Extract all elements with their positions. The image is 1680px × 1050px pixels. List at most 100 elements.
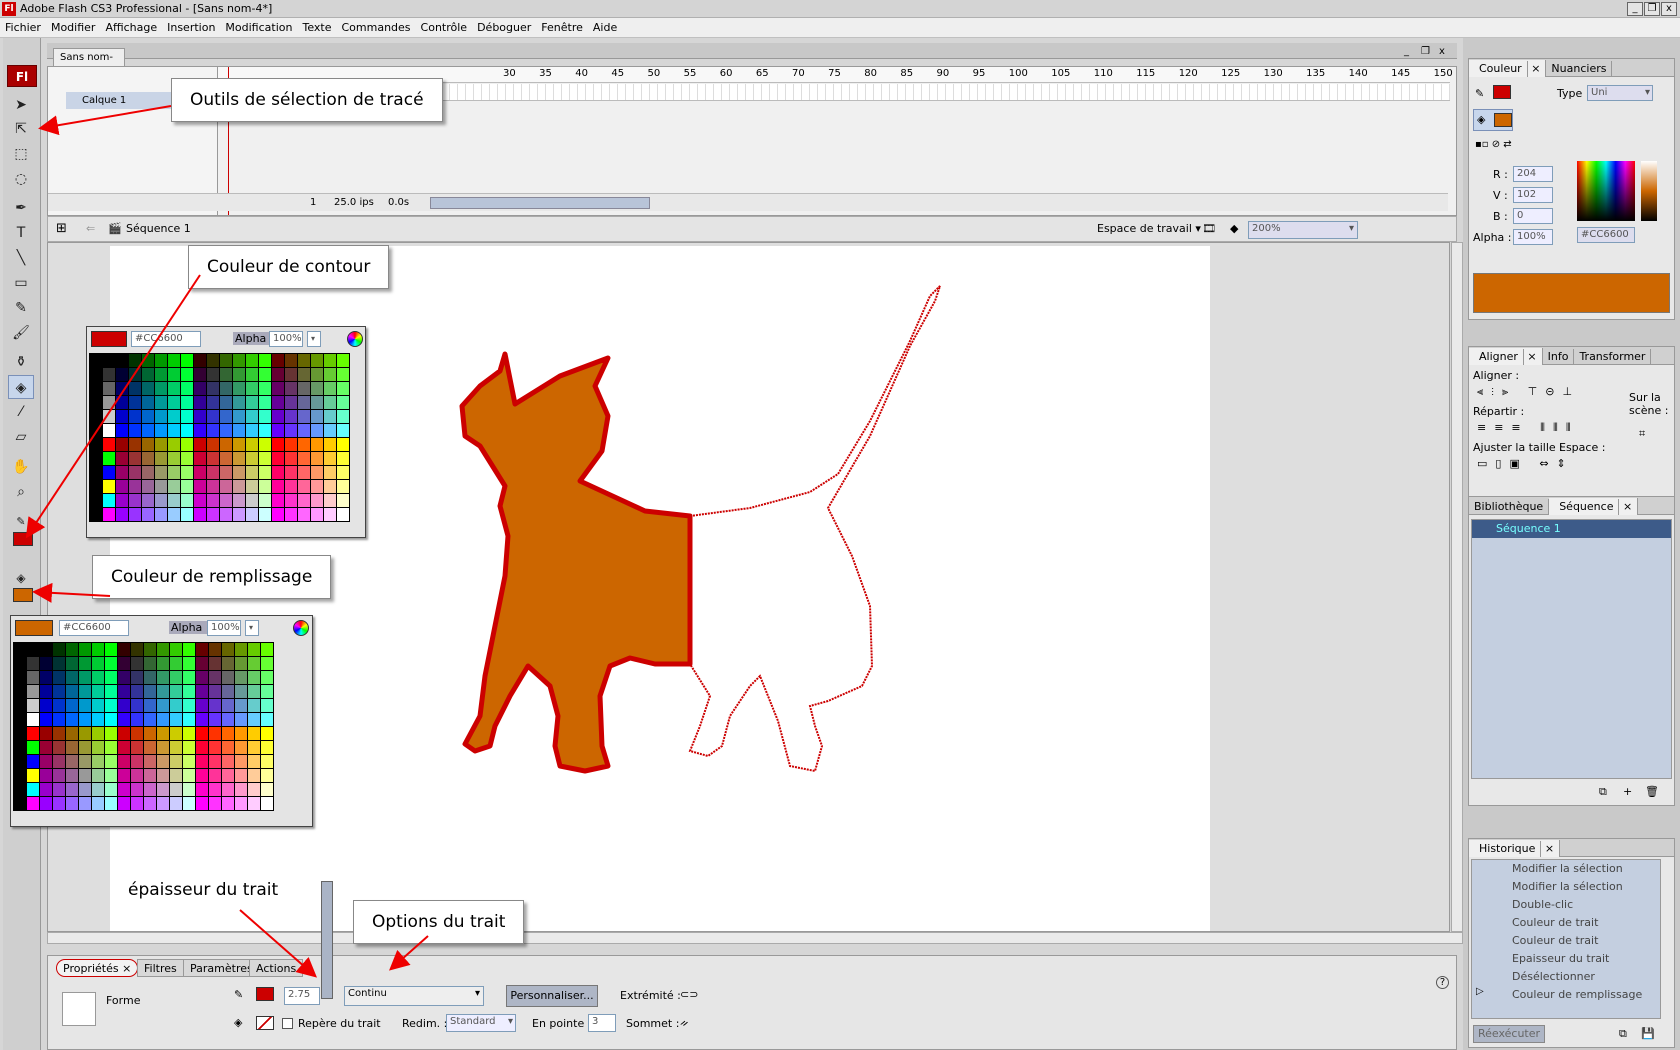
color-swatch[interactable] bbox=[207, 424, 219, 437]
fill-swatch-grid[interactable] bbox=[13, 642, 274, 811]
color-swatch[interactable] bbox=[196, 671, 208, 684]
color-swatch[interactable] bbox=[142, 424, 154, 437]
color-swatch[interactable] bbox=[144, 783, 156, 796]
color-swatch[interactable] bbox=[207, 466, 219, 479]
color-swatch[interactable] bbox=[235, 685, 247, 698]
color-swatch[interactable] bbox=[79, 783, 91, 796]
size-space-icons[interactable]: ▭▯▣ ⇔⇕ bbox=[1477, 457, 1574, 470]
color-swatch[interactable] bbox=[246, 368, 258, 381]
color-swatch[interactable] bbox=[129, 438, 141, 451]
color-swatch[interactable] bbox=[259, 424, 271, 437]
color-swatch[interactable] bbox=[14, 783, 26, 796]
color-swatch[interactable] bbox=[337, 368, 349, 381]
color-swatch[interactable] bbox=[246, 452, 258, 465]
color-swatch[interactable] bbox=[155, 368, 167, 381]
workspace-menu[interactable]: Espace de travail ▾ bbox=[1097, 217, 1201, 241]
color-swatch[interactable] bbox=[220, 452, 232, 465]
tab-proprietes[interactable]: Propriétés × bbox=[56, 959, 139, 977]
color-swatch[interactable] bbox=[233, 410, 245, 423]
color-swatch[interactable] bbox=[170, 755, 182, 768]
distribute-icons[interactable]: ≡≡≡ ⦀⦀⦀ bbox=[1477, 421, 1579, 435]
tab-nuanciers[interactable]: Nuanciers bbox=[1546, 61, 1613, 77]
text-tool-icon[interactable]: T bbox=[8, 221, 34, 245]
color-swatch[interactable] bbox=[272, 508, 284, 521]
color-swatch[interactable] bbox=[105, 685, 117, 698]
color-swatch[interactable] bbox=[285, 368, 297, 381]
color-swatch[interactable] bbox=[259, 410, 271, 423]
color-swatch[interactable] bbox=[207, 410, 219, 423]
menu-fenetre[interactable]: Fenêtre bbox=[536, 18, 588, 38]
color-swatch[interactable] bbox=[105, 769, 117, 782]
color-swatch[interactable] bbox=[298, 452, 310, 465]
color-swatch[interactable] bbox=[194, 466, 206, 479]
color-swatch[interactable] bbox=[183, 769, 195, 782]
color-swatch[interactable] bbox=[14, 699, 26, 712]
color-swatch[interactable] bbox=[116, 382, 128, 395]
color-swatch[interactable] bbox=[261, 713, 273, 726]
color-swatch[interactable] bbox=[261, 671, 273, 684]
color-swatch[interactable] bbox=[142, 508, 154, 521]
color-swatch[interactable] bbox=[261, 741, 273, 754]
color-swatch[interactable] bbox=[222, 727, 234, 740]
color-swatch[interactable] bbox=[53, 657, 65, 670]
color-swatch[interactable] bbox=[233, 480, 245, 493]
hex-field[interactable]: #CC6600 bbox=[1577, 227, 1635, 243]
color-swatch[interactable] bbox=[194, 480, 206, 493]
color-swatch[interactable] bbox=[116, 494, 128, 507]
hand-tool-icon[interactable]: ✋ bbox=[8, 455, 34, 479]
color-swatch[interactable] bbox=[285, 494, 297, 507]
color-swatch[interactable] bbox=[142, 382, 154, 395]
color-swatch[interactable] bbox=[207, 382, 219, 395]
color-swatch[interactable] bbox=[220, 410, 232, 423]
color-swatch[interactable] bbox=[196, 741, 208, 754]
color-swatch[interactable] bbox=[209, 699, 221, 712]
color-swatch[interactable] bbox=[183, 643, 195, 656]
stroke-color-swatch[interactable] bbox=[13, 532, 33, 546]
color-swatch[interactable] bbox=[92, 755, 104, 768]
color-picker-icon[interactable] bbox=[293, 620, 309, 636]
color-swatch[interactable] bbox=[311, 396, 323, 409]
color-swatch[interactable] bbox=[324, 354, 336, 367]
tab-info[interactable]: Info bbox=[1543, 349, 1575, 365]
color-swatch[interactable] bbox=[103, 396, 115, 409]
color-swatch[interactable] bbox=[220, 480, 232, 493]
color-swatch[interactable] bbox=[194, 382, 206, 395]
color-swatch[interactable] bbox=[118, 699, 130, 712]
eyedropper-tool-icon[interactable]: ⁄ bbox=[8, 400, 34, 424]
color-swatch[interactable] bbox=[285, 480, 297, 493]
color-swatch[interactable] bbox=[235, 657, 247, 670]
color-swatch[interactable] bbox=[157, 741, 169, 754]
color-swatch[interactable] bbox=[168, 354, 180, 367]
color-swatch[interactable] bbox=[170, 769, 182, 782]
color-swatch[interactable] bbox=[181, 508, 193, 521]
color-swatch[interactable] bbox=[144, 727, 156, 740]
color-swatch[interactable] bbox=[248, 727, 260, 740]
color-swatch[interactable] bbox=[207, 508, 219, 521]
color-swatch[interactable] bbox=[272, 480, 284, 493]
menu-affichage[interactable]: Affichage bbox=[100, 18, 162, 38]
color-swatch[interactable] bbox=[194, 368, 206, 381]
color-swatch[interactable] bbox=[53, 741, 65, 754]
color-swatch[interactable] bbox=[90, 466, 102, 479]
color-swatch[interactable] bbox=[222, 741, 234, 754]
doc-minimize-button[interactable]: _ bbox=[1404, 46, 1409, 57]
color-swatch[interactable] bbox=[40, 783, 52, 796]
color-swatch[interactable] bbox=[168, 508, 180, 521]
color-swatch[interactable] bbox=[170, 657, 182, 670]
color-swatch[interactable] bbox=[220, 424, 232, 437]
color-swatch[interactable] bbox=[79, 769, 91, 782]
color-swatch[interactable] bbox=[27, 755, 39, 768]
color-swatch[interactable] bbox=[285, 354, 297, 367]
edit-scene-icon[interactable]: 🎞 bbox=[1202, 217, 1216, 241]
color-swatch[interactable] bbox=[246, 466, 258, 479]
color-swatch[interactable] bbox=[116, 508, 128, 521]
color-swatch[interactable] bbox=[261, 699, 273, 712]
color-swatch[interactable] bbox=[92, 713, 104, 726]
color-swatch[interactable] bbox=[285, 424, 297, 437]
stroke-width-field[interactable]: 2.75 bbox=[284, 987, 320, 1005]
color-swatch[interactable] bbox=[79, 713, 91, 726]
color-swatch[interactable] bbox=[92, 643, 104, 656]
color-swatch[interactable] bbox=[181, 410, 193, 423]
menu-texte[interactable]: Texte bbox=[297, 18, 336, 38]
color-swatch[interactable] bbox=[324, 410, 336, 423]
